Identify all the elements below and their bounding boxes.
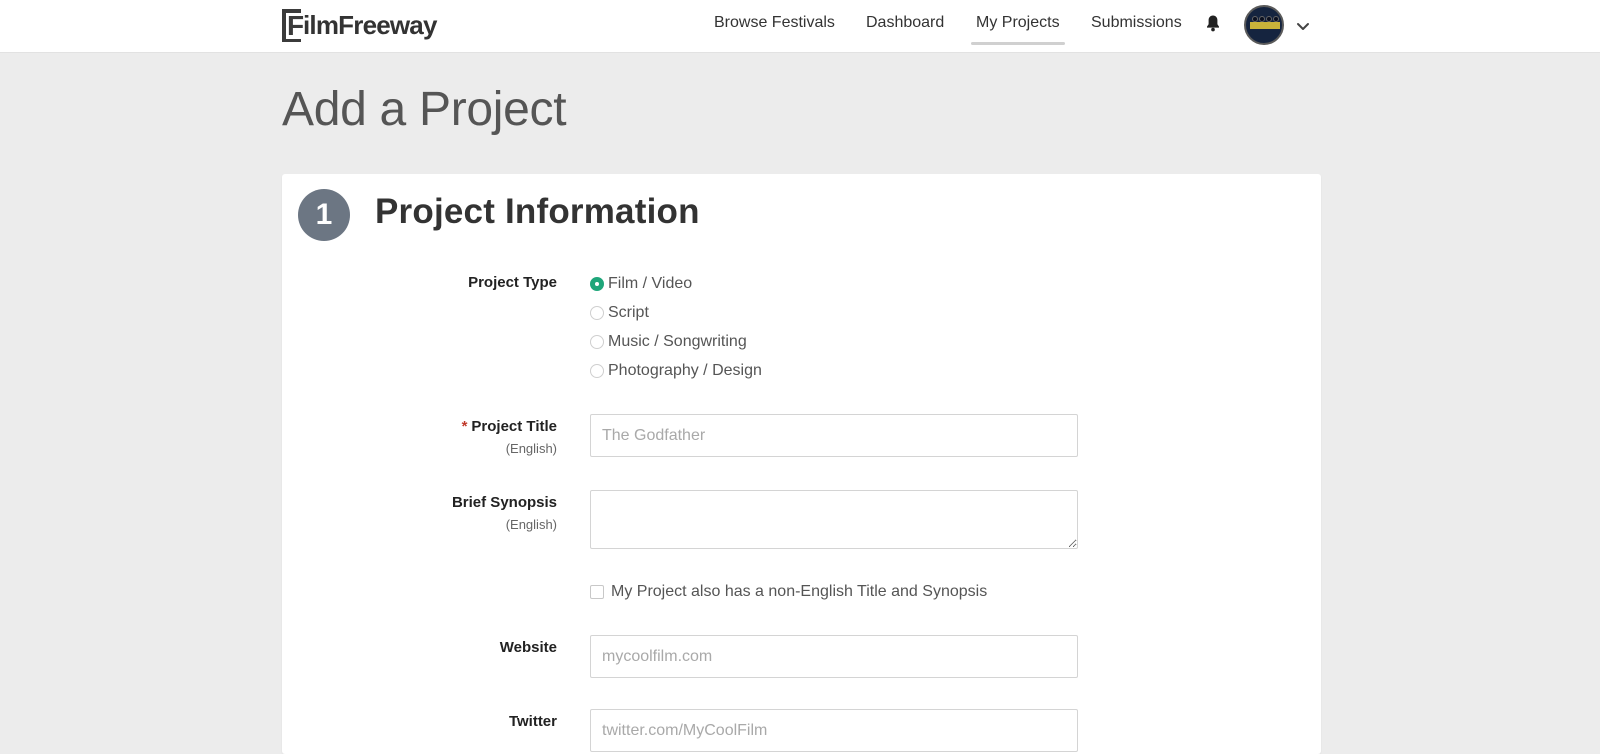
- page-title: Add a Project: [282, 83, 567, 136]
- non-english-title-checkbox-row[interactable]: My Project also has a non-English Title …: [590, 583, 987, 601]
- website-label: Website: [499, 639, 557, 656]
- twitter-label: Twitter: [508, 713, 557, 730]
- project-title-label-text: Project Title: [471, 418, 557, 435]
- project-type-label: Project Type: [468, 274, 557, 291]
- radio-photography-design[interactable]: Photography / Design: [590, 361, 762, 381]
- brief-synopsis-label: Brief Synopsis: [451, 494, 557, 511]
- project-title-label: * Project Title: [462, 418, 557, 435]
- section-title: Project Information: [375, 192, 700, 231]
- logo-text: ilmFreeway: [303, 10, 437, 40]
- nav-my-projects[interactable]: My Projects: [971, 14, 1065, 45]
- non-english-checkbox-label: My Project also has a non-English Title …: [611, 583, 988, 600]
- radio-button[interactable]: [590, 306, 604, 320]
- filmfreeway-logo[interactable]: F ilmFreeway: [282, 8, 437, 42]
- nav-submissions[interactable]: Submissions: [1091, 14, 1182, 32]
- radio-music-songwriting[interactable]: Music / Songwriting: [590, 332, 747, 352]
- radio-label: Film / Video: [608, 275, 693, 292]
- chevron-down-icon[interactable]: [1296, 19, 1310, 33]
- project-title-language: (English): [505, 441, 557, 456]
- logo-letter: F: [287, 9, 305, 41]
- nav-dashboard[interactable]: Dashboard: [866, 14, 944, 32]
- nav-browse-festivals[interactable]: Browse Festivals: [714, 14, 835, 32]
- radio-label: Music / Songwriting: [608, 333, 747, 350]
- step-number-badge: 1: [298, 189, 350, 241]
- project-title-input[interactable]: [590, 414, 1078, 457]
- twitter-input[interactable]: [590, 709, 1078, 752]
- brief-synopsis-language: (English): [505, 517, 557, 532]
- radio-label: Script: [608, 304, 649, 321]
- radio-button[interactable]: [590, 364, 604, 378]
- required-marker: *: [461, 418, 468, 435]
- project-information-card: 1 Project Information Project Type Film …: [282, 174, 1321, 754]
- radio-button-selected[interactable]: [590, 277, 604, 291]
- user-avatar[interactable]: [1244, 5, 1284, 45]
- non-english-checkbox[interactable]: [590, 585, 604, 599]
- brief-synopsis-textarea[interactable]: [590, 490, 1078, 549]
- radio-label: Photography / Design: [608, 362, 762, 379]
- logo-mark-icon: F: [282, 8, 305, 42]
- top-nav-bar: F ilmFreeway Browse Festivals Dashboard …: [0, 0, 1600, 53]
- radio-script[interactable]: Script: [590, 303, 649, 323]
- bell-icon[interactable]: [1206, 14, 1220, 32]
- website-input[interactable]: [590, 635, 1078, 678]
- radio-button[interactable]: [590, 335, 604, 349]
- radio-film-video[interactable]: Film / Video: [590, 274, 692, 294]
